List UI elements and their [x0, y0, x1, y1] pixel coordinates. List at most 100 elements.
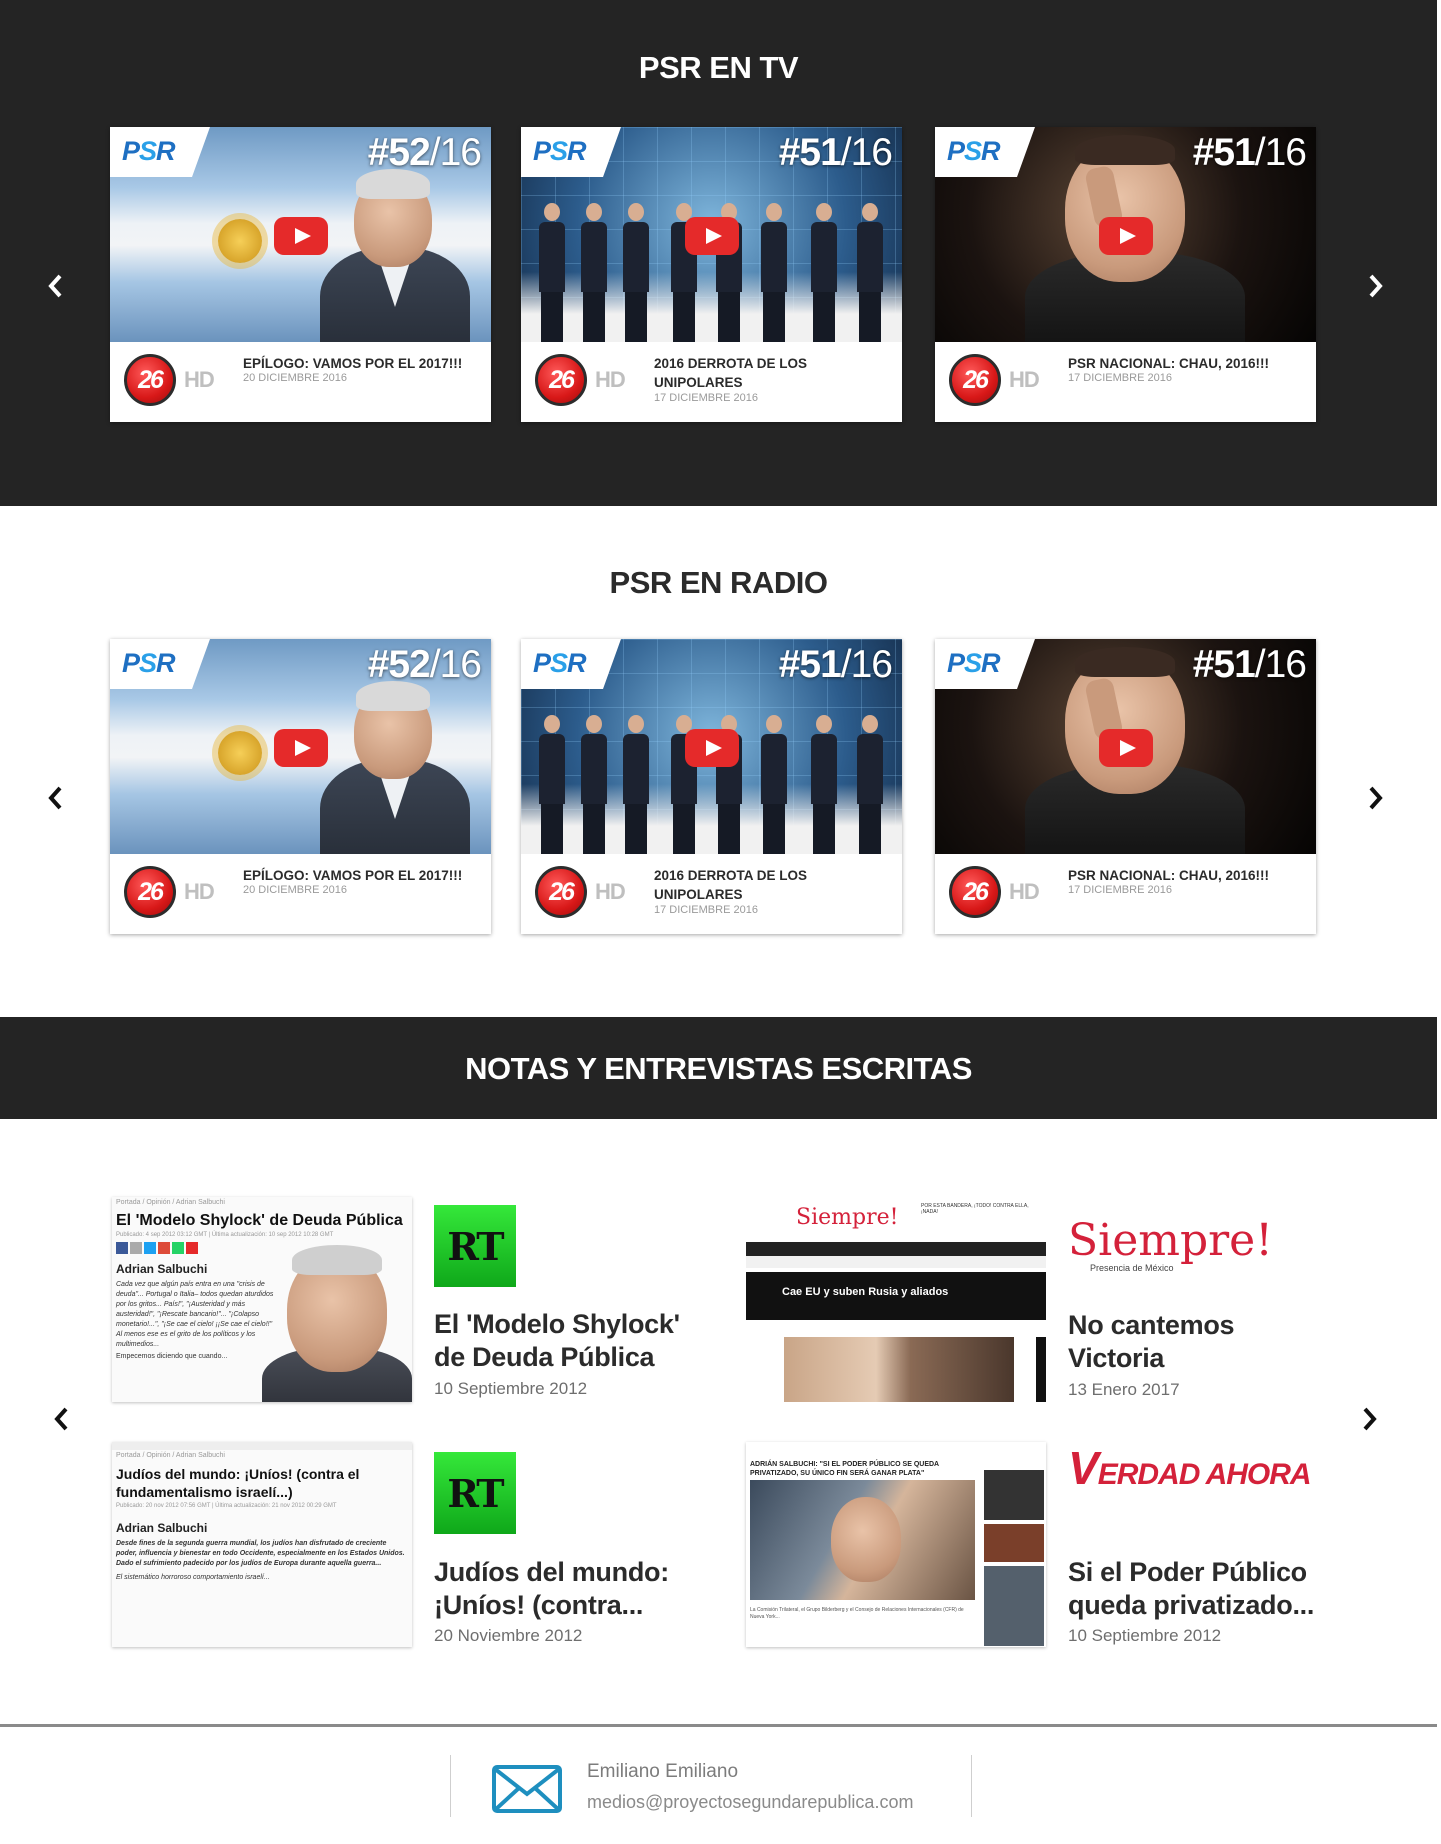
hd-label: HD: [595, 367, 626, 392]
chevron-left-icon: [48, 786, 62, 810]
video-date: 20 DICIEMBRE 2016: [243, 372, 347, 384]
article-thumbnail: Portada / Opinión / Adrian Salbuchi Judí…: [112, 1442, 412, 1647]
article-card[interactable]: Portada / Opinión / Adrian Salbuchi El '…: [112, 1197, 712, 1407]
chevron-right-icon: [1363, 1407, 1377, 1431]
video-title: 2016 DERROTA DE LOS UNIPOLARES: [654, 356, 808, 390]
siempre-logo: Siempre! Presencia de México: [1068, 1215, 1273, 1274]
article-date: 10 Septiembre 2012: [434, 1379, 588, 1398]
article-title: Judíos del mundo: ¡Uníos! (contra...: [434, 1557, 669, 1620]
radio-next-arrow[interactable]: [1360, 778, 1390, 818]
notes-prev-arrow[interactable]: [47, 1399, 77, 1439]
hd-label: HD: [184, 367, 215, 392]
chevron-left-icon: [54, 1407, 68, 1431]
psr-logo: PSR: [122, 648, 176, 678]
channel-26-logo: 26: [535, 866, 587, 918]
radio-section-title: PSR EN RADIO: [609, 565, 828, 600]
video-title: EPÍLOGO: VAMOS POR EL 2017!!!: [243, 356, 463, 371]
channel-26-logo: 26: [949, 354, 1001, 406]
notes-section-title: NOTAS Y ENTREVISTAS ESCRITAS: [465, 1051, 972, 1086]
article-card[interactable]: Siempre! POR ESTA BANDERA, ¡TODO! CONTRA…: [746, 1197, 1346, 1407]
rt-logo: RT: [434, 1205, 516, 1287]
article-thumbnail: ADRIÁN SALBUCHI: "SI EL PODER PÚBLICO SE…: [746, 1442, 1046, 1647]
mail-icon: [492, 1765, 562, 1813]
hd-label: HD: [1009, 879, 1040, 904]
article-date: 20 Noviembre 2012: [434, 1626, 583, 1645]
page: PSR EN TV PSR #52/16 26 HD EPÍLOGO: VAMO…: [0, 0, 1441, 1844]
tv-prev-arrow[interactable]: [41, 266, 71, 306]
episode-number: #52/16: [367, 131, 482, 174]
youtube-play-icon[interactable]: [1099, 217, 1153, 255]
article-thumbnail: Siempre! POR ESTA BANDERA, ¡TODO! CONTRA…: [746, 1197, 1046, 1402]
video-thumbnail: PSR #51/16: [521, 127, 902, 342]
notes-next-arrow[interactable]: [1354, 1399, 1384, 1439]
tv-video-card[interactable]: PSR #51/16 26 HD 2016 DERROTA DE LOS UNI…: [521, 127, 902, 422]
tv-next-arrow[interactable]: [1360, 266, 1390, 306]
psr-logo: PSR: [122, 136, 176, 166]
episode-number: #51/16: [778, 131, 893, 174]
youtube-play-icon[interactable]: [685, 729, 739, 767]
video-thumbnail: PSR #51/16: [521, 639, 902, 854]
psr-logo: PSR: [947, 648, 1001, 678]
video-title: PSR NACIONAL: CHAU, 2016!!!: [1068, 868, 1270, 883]
youtube-play-icon[interactable]: [685, 217, 739, 255]
video-thumbnail: PSR #52/16: [110, 127, 491, 342]
video-thumbnail: PSR #52/16: [110, 639, 491, 854]
article-card[interactable]: Portada / Opinión / Adrian Salbuchi Judí…: [112, 1442, 712, 1652]
notes-section-header: NOTAS Y ENTREVISTAS ESCRITAS: [0, 1017, 1437, 1119]
channel-26-logo: 26: [535, 354, 587, 406]
video-date: 17 DICIEMBRE 2016: [654, 904, 758, 916]
episode-number: #51/16: [1192, 131, 1307, 174]
chevron-left-icon: [48, 274, 62, 298]
chevron-right-icon: [1369, 786, 1383, 810]
flag-sun-icon: [218, 219, 262, 263]
youtube-play-icon[interactable]: [274, 729, 328, 767]
tv-section-title: PSR EN TV: [638, 50, 799, 85]
article-card[interactable]: ADRIÁN SALBUCHI: "SI EL PODER PÚBLICO SE…: [746, 1442, 1346, 1652]
tv-section: PSR EN TV PSR #52/16 26 HD EPÍLOGO: VAMO…: [0, 0, 1437, 506]
radio-section: PSR EN RADIO PSR #52/16 26 HD EPÍLOGO: V…: [0, 506, 1437, 1018]
video-title: PSR NACIONAL: CHAU, 2016!!!: [1068, 356, 1270, 371]
youtube-play-icon[interactable]: [1099, 729, 1153, 767]
footer: Emiliano Emiliano medios@proyectosegunda…: [0, 1724, 1437, 1844]
contact-block: Emiliano Emiliano medios@proyectosegunda…: [450, 1755, 972, 1817]
tv-video-card[interactable]: PSR #51/16 26 HD PSR NACIONAL: CHAU, 201…: [935, 127, 1316, 422]
psr-logo: PSR: [947, 136, 1001, 166]
tv-video-card[interactable]: PSR #52/16 26 HD EPÍLOGO: VAMOS POR EL 2…: [110, 127, 491, 422]
article-date: 10 Septiembre 2012: [1068, 1626, 1222, 1645]
article-date: 13 Enero 2017: [1068, 1380, 1180, 1399]
hd-label: HD: [595, 879, 626, 904]
psr-logo: PSR: [533, 648, 587, 678]
episode-number: #52/16: [367, 643, 482, 686]
article-title: El 'Modelo Shylock' de Deuda Pública: [434, 1309, 680, 1372]
radio-video-card[interactable]: PSR #51/16 26 HD PSR NACIONAL: CHAU, 201…: [935, 639, 1316, 934]
rt-logo: RT: [434, 1452, 516, 1534]
video-thumbnail: PSR #51/16: [935, 127, 1316, 342]
video-date: 17 DICIEMBRE 2016: [1068, 372, 1172, 384]
article-title: Si el Poder Público queda privatizado...: [1068, 1557, 1315, 1620]
contact-email-link[interactable]: medios@proyectosegundarepublica.com: [587, 1792, 913, 1813]
radio-prev-arrow[interactable]: [41, 778, 71, 818]
chevron-right-icon: [1369, 274, 1383, 298]
video-date: 17 DICIEMBRE 2016: [1068, 884, 1172, 896]
video-title: 2016 DERROTA DE LOS UNIPOLARES: [654, 868, 808, 902]
channel-26-logo: 26: [124, 866, 176, 918]
hd-label: HD: [1009, 367, 1040, 392]
episode-number: #51/16: [1192, 643, 1307, 686]
contact-name: Emiliano Emiliano: [587, 1761, 739, 1782]
notes-section: Portada / Opinión / Adrian Salbuchi El '…: [0, 1119, 1437, 1724]
video-date: 17 DICIEMBRE 2016: [654, 392, 758, 404]
video-thumbnail: PSR #51/16: [935, 639, 1316, 854]
article-thumbnail: Portada / Opinión / Adrian Salbuchi El '…: [112, 1197, 412, 1402]
flag-sun-icon: [218, 731, 262, 775]
radio-video-card[interactable]: PSR #51/16 26 HD 2016 DERROTA DE LOS UNI…: [521, 639, 902, 934]
channel-26-logo: 26: [124, 354, 176, 406]
video-title: EPÍLOGO: VAMOS POR EL 2017!!!: [243, 868, 463, 883]
hd-label: HD: [184, 879, 215, 904]
youtube-play-icon[interactable]: [274, 217, 328, 255]
video-date: 20 DICIEMBRE 2016: [243, 884, 347, 896]
channel-26-logo: 26: [949, 866, 1001, 918]
radio-video-card[interactable]: PSR #52/16 26 HD EPÍLOGO: VAMOS POR EL 2…: [110, 639, 491, 934]
episode-number: #51/16: [778, 643, 893, 686]
verdad-ahora-logo: VERDAD AHORA: [1068, 1442, 1312, 1494]
psr-logo: PSR: [533, 136, 587, 166]
